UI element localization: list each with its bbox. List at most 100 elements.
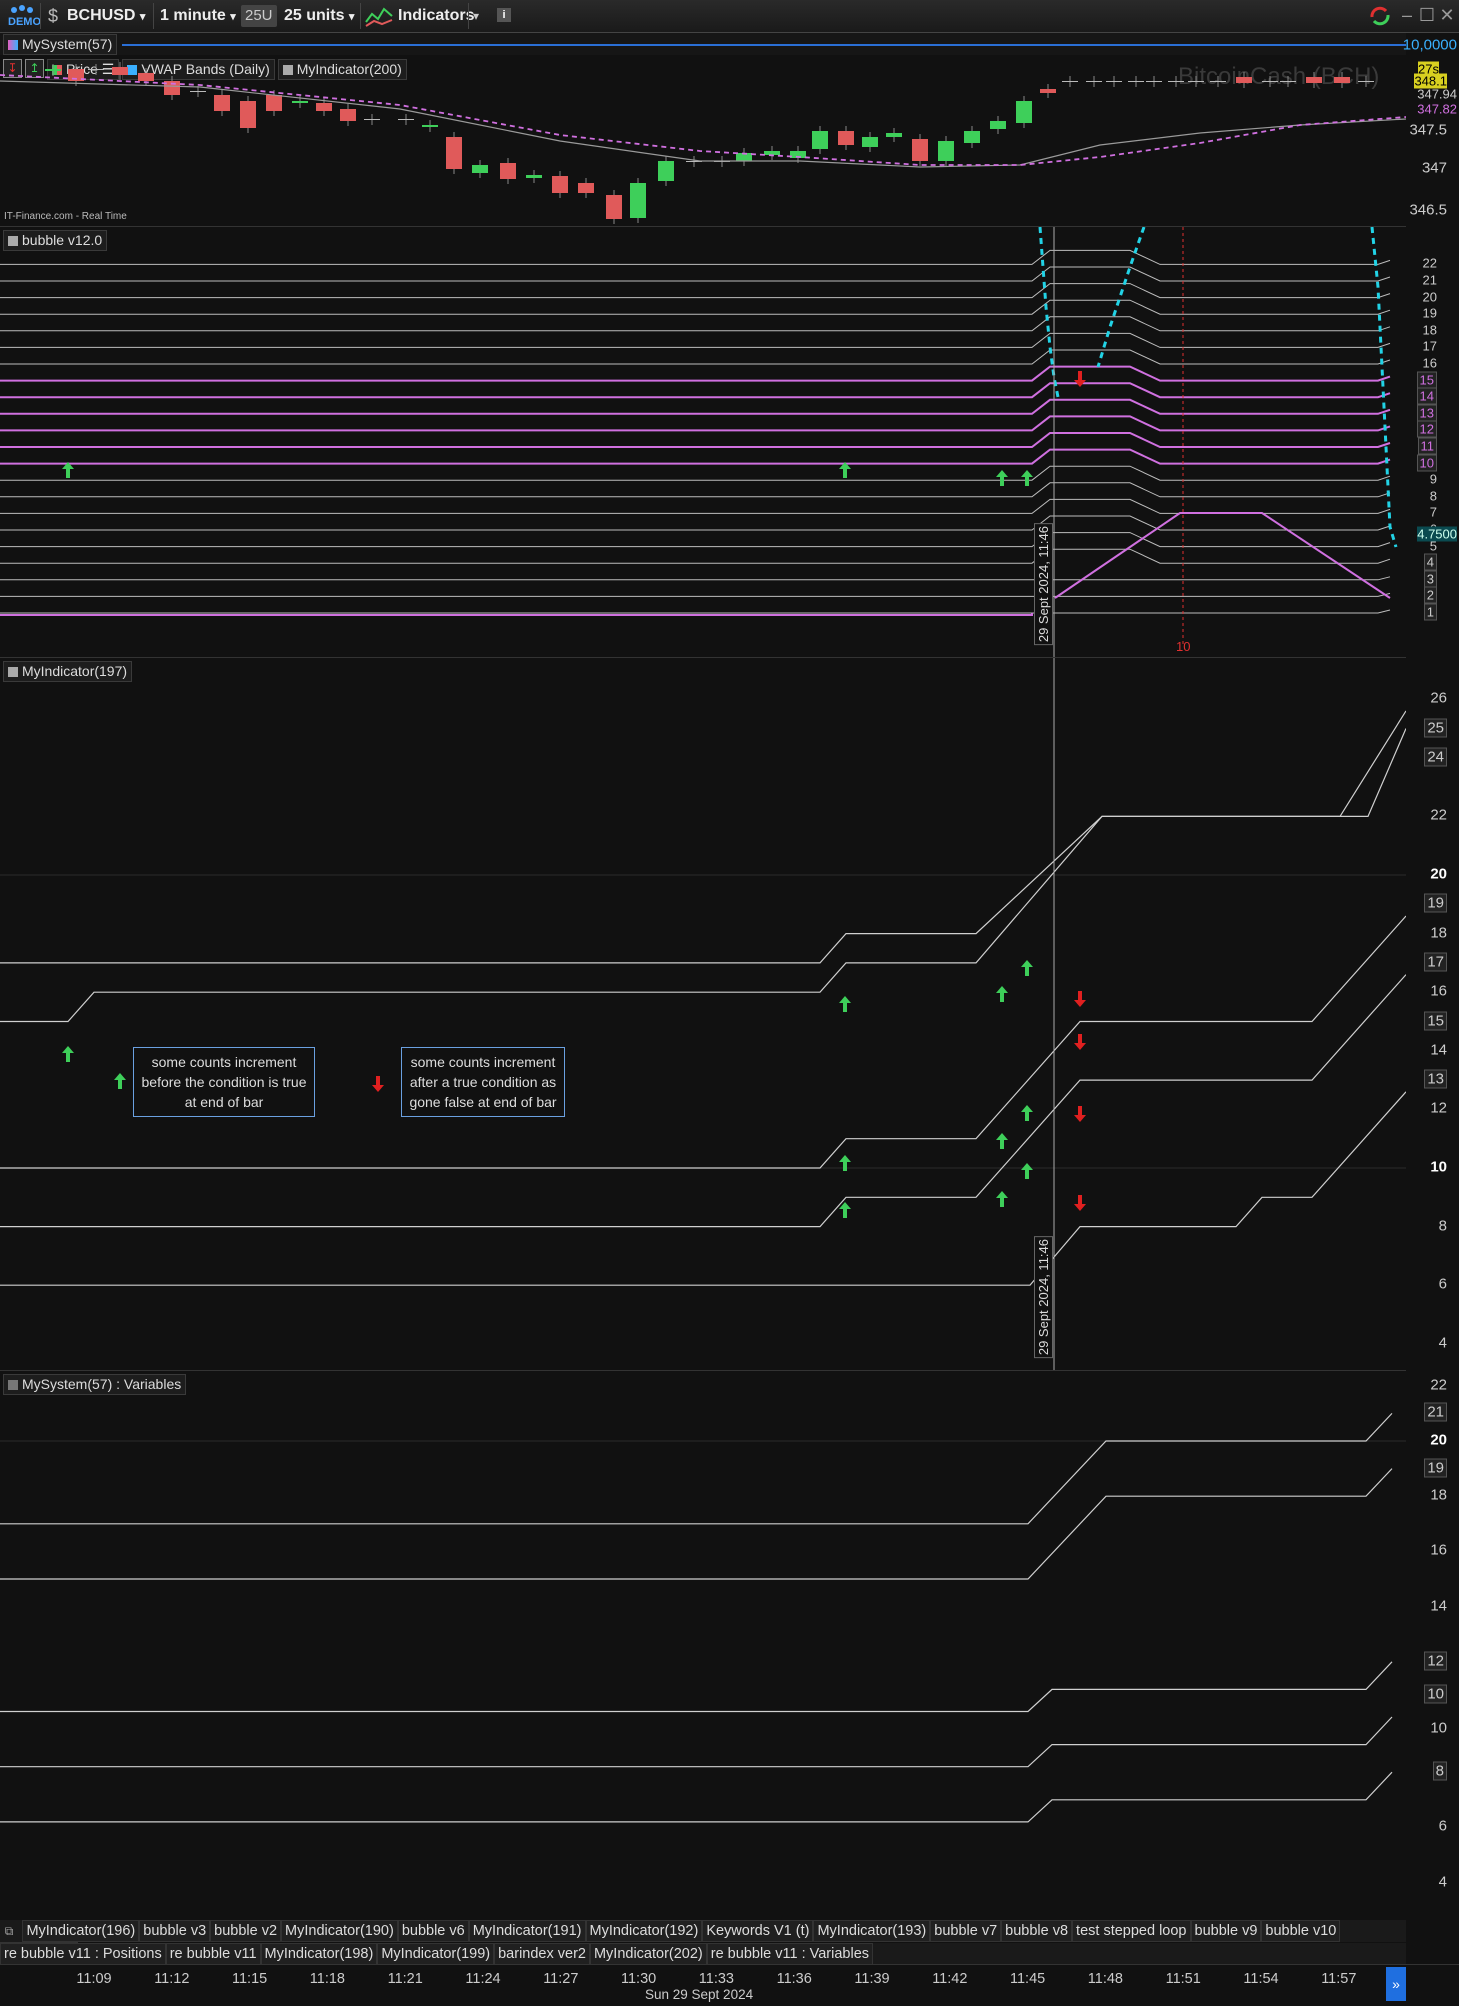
- y-tick: 1: [1423, 603, 1437, 621]
- symbol-selector[interactable]: BCHUSD ▾: [67, 4, 145, 28]
- indicator-tab[interactable]: MyIndicator(198): [260, 1943, 378, 1965]
- bubble-level-line: [0, 398, 1391, 415]
- candle: [912, 139, 928, 161]
- variable-line: [0, 1661, 1393, 1713]
- candle: [1106, 81, 1122, 82]
- indicators-button[interactable]: Indicators: [398, 4, 474, 28]
- x-tick: 11:21: [387, 1971, 423, 1987]
- bubble-level-line: [0, 609, 1391, 614]
- y-tick: 15: [1424, 1011, 1447, 1030]
- y-tick: 347.5: [1409, 121, 1447, 139]
- indicators-icon[interactable]: [364, 4, 394, 28]
- candle: [938, 141, 954, 161]
- indicator-tab[interactable]: bubble v7: [930, 1920, 1002, 1942]
- candle: [1040, 89, 1056, 93]
- units-selector[interactable]: 25 units ▾: [284, 4, 354, 28]
- maximize-icon[interactable]: ☐: [1417, 3, 1437, 27]
- x-tick: 11:27: [543, 1971, 579, 1987]
- indicator-tab[interactable]: bubble v8: [1001, 1920, 1073, 1942]
- indicator-tab[interactable]: barindex ver2: [494, 1943, 590, 1965]
- scroll-to-latest-button[interactable]: »: [1386, 1967, 1406, 2001]
- candle: [240, 101, 256, 128]
- x-tick: 11:51: [1165, 1971, 1201, 1987]
- candle: [1188, 81, 1204, 82]
- minimize-icon[interactable]: –: [1397, 3, 1417, 27]
- close-icon[interactable]: ✕: [1437, 3, 1457, 27]
- variables-y-axis: 22 21 20 19 18 16 14 12 10 10 8 6 4: [1406, 1370, 1459, 1920]
- indicator-tabs-row-1: ⧉ MyIndicator(196) bubble v3 bubble v2 MyIn…: [0, 1920, 1406, 1964]
- candle: [316, 103, 332, 111]
- candle: [214, 95, 230, 111]
- indicator-tab[interactable]: bubble v10: [1261, 1920, 1341, 1942]
- indicator-tab[interactable]: bubble v9: [1190, 1920, 1262, 1942]
- indicator-tab[interactable]: MyIndicator(199): [377, 1943, 495, 1965]
- myindicator-title[interactable]: MyIndicator(197): [3, 661, 133, 682]
- y-tick: 22: [1430, 806, 1447, 824]
- units-badge[interactable]: 25U: [241, 5, 277, 27]
- candle: [1306, 77, 1322, 83]
- candle: [446, 137, 462, 169]
- bubble-level-line: [0, 316, 1391, 332]
- y-tick: 26: [1430, 689, 1447, 707]
- y-tick: 12: [1430, 1099, 1447, 1117]
- divider: [40, 3, 41, 29]
- indicator-color-icon: [8, 667, 18, 677]
- indicator-tab[interactable]: bubble v3: [139, 1920, 211, 1942]
- y-tick: 21: [1424, 1402, 1447, 1422]
- time-axis-date: Sun 29 Sept 2024: [645, 1987, 754, 2002]
- indicator-tab[interactable]: re bubble v11: [165, 1943, 261, 1965]
- indicator-tab[interactable]: MyIndicator(192): [585, 1920, 703, 1942]
- x-tick: 11:15: [231, 1971, 268, 1987]
- candle: [1062, 81, 1078, 82]
- timeframe-selector[interactable]: 1 minute ▾: [160, 4, 236, 28]
- indicator-tab[interactable]: bubble v2: [210, 1920, 282, 1942]
- y-tick: 6: [1438, 1817, 1447, 1835]
- y-tick: 10: [1416, 454, 1437, 472]
- candle: [862, 137, 878, 147]
- candle: [1236, 77, 1252, 83]
- divider: [153, 3, 154, 29]
- variable-line: [0, 1412, 1393, 1525]
- indicator-tab[interactable]: MyIndicator(202): [589, 1943, 707, 1965]
- indicator-tab[interactable]: MyIndicator(193): [813, 1920, 931, 1942]
- indicator-tab[interactable]: MyIndicator(190): [281, 1920, 398, 1942]
- y-tick: 347: [1421, 159, 1447, 177]
- variables-title[interactable]: MySystem(57) : Variables: [3, 1374, 187, 1395]
- bubble-level-line: [0, 576, 1391, 581]
- candle: [1128, 81, 1144, 82]
- bubble-level-line: [0, 498, 1391, 514]
- bubble-title[interactable]: bubble v12.0: [3, 230, 108, 251]
- candle: [812, 131, 828, 149]
- bubble-level-line: [0, 432, 1391, 448]
- candle: [964, 131, 980, 143]
- indicator-tab[interactable]: re bubble v11 : Positions: [0, 1943, 166, 1965]
- indicator-tab[interactable]: test stepped loop: [1072, 1920, 1191, 1942]
- indicator-tab[interactable]: bubble v6: [397, 1920, 469, 1942]
- info-icon[interactable]: i: [497, 8, 511, 22]
- bubble-level-line: [0, 482, 1391, 498]
- indicator-tab[interactable]: MyIndicator(196): [22, 1920, 140, 1942]
- y-tick: 16: [1430, 982, 1447, 1000]
- sync-icon[interactable]: [1366, 3, 1394, 29]
- y-tick: 18: [1430, 924, 1447, 942]
- buy-arrow-icon: [1021, 1163, 1033, 1179]
- y-tick: 20: [1430, 865, 1447, 883]
- y-tick: 16: [1430, 1541, 1447, 1559]
- variables-icon: [8, 1380, 18, 1390]
- bubble-chart: [0, 227, 1398, 657]
- candle: [500, 163, 516, 179]
- chevron-down-icon[interactable]: ▾: [473, 4, 479, 28]
- indicator-tab[interactable]: MyIndicator(191): [468, 1920, 586, 1942]
- price-tag: 347.94: [1417, 86, 1457, 102]
- candle: [138, 73, 154, 81]
- dollar-icon[interactable]: $: [43, 4, 63, 28]
- myindicator-title-text: MyIndicator(197): [22, 663, 128, 679]
- bubble-level-line: [0, 548, 1391, 564]
- tab-list-icon[interactable]: ⧉: [0, 1921, 18, 1941]
- indicator-tab[interactable]: re bubble v11 : Variables: [706, 1943, 874, 1965]
- bubble-level-line: [0, 592, 1391, 597]
- y-tick: 11: [1417, 437, 1437, 455]
- price-panel: MySystem(57) ↧ ↥ Price ☰ VWAP Bands (Dai…: [0, 33, 1406, 225]
- indicator-tab[interactable]: Keywords V1 (t): [702, 1920, 814, 1942]
- bubble-level-line: [0, 532, 1391, 548]
